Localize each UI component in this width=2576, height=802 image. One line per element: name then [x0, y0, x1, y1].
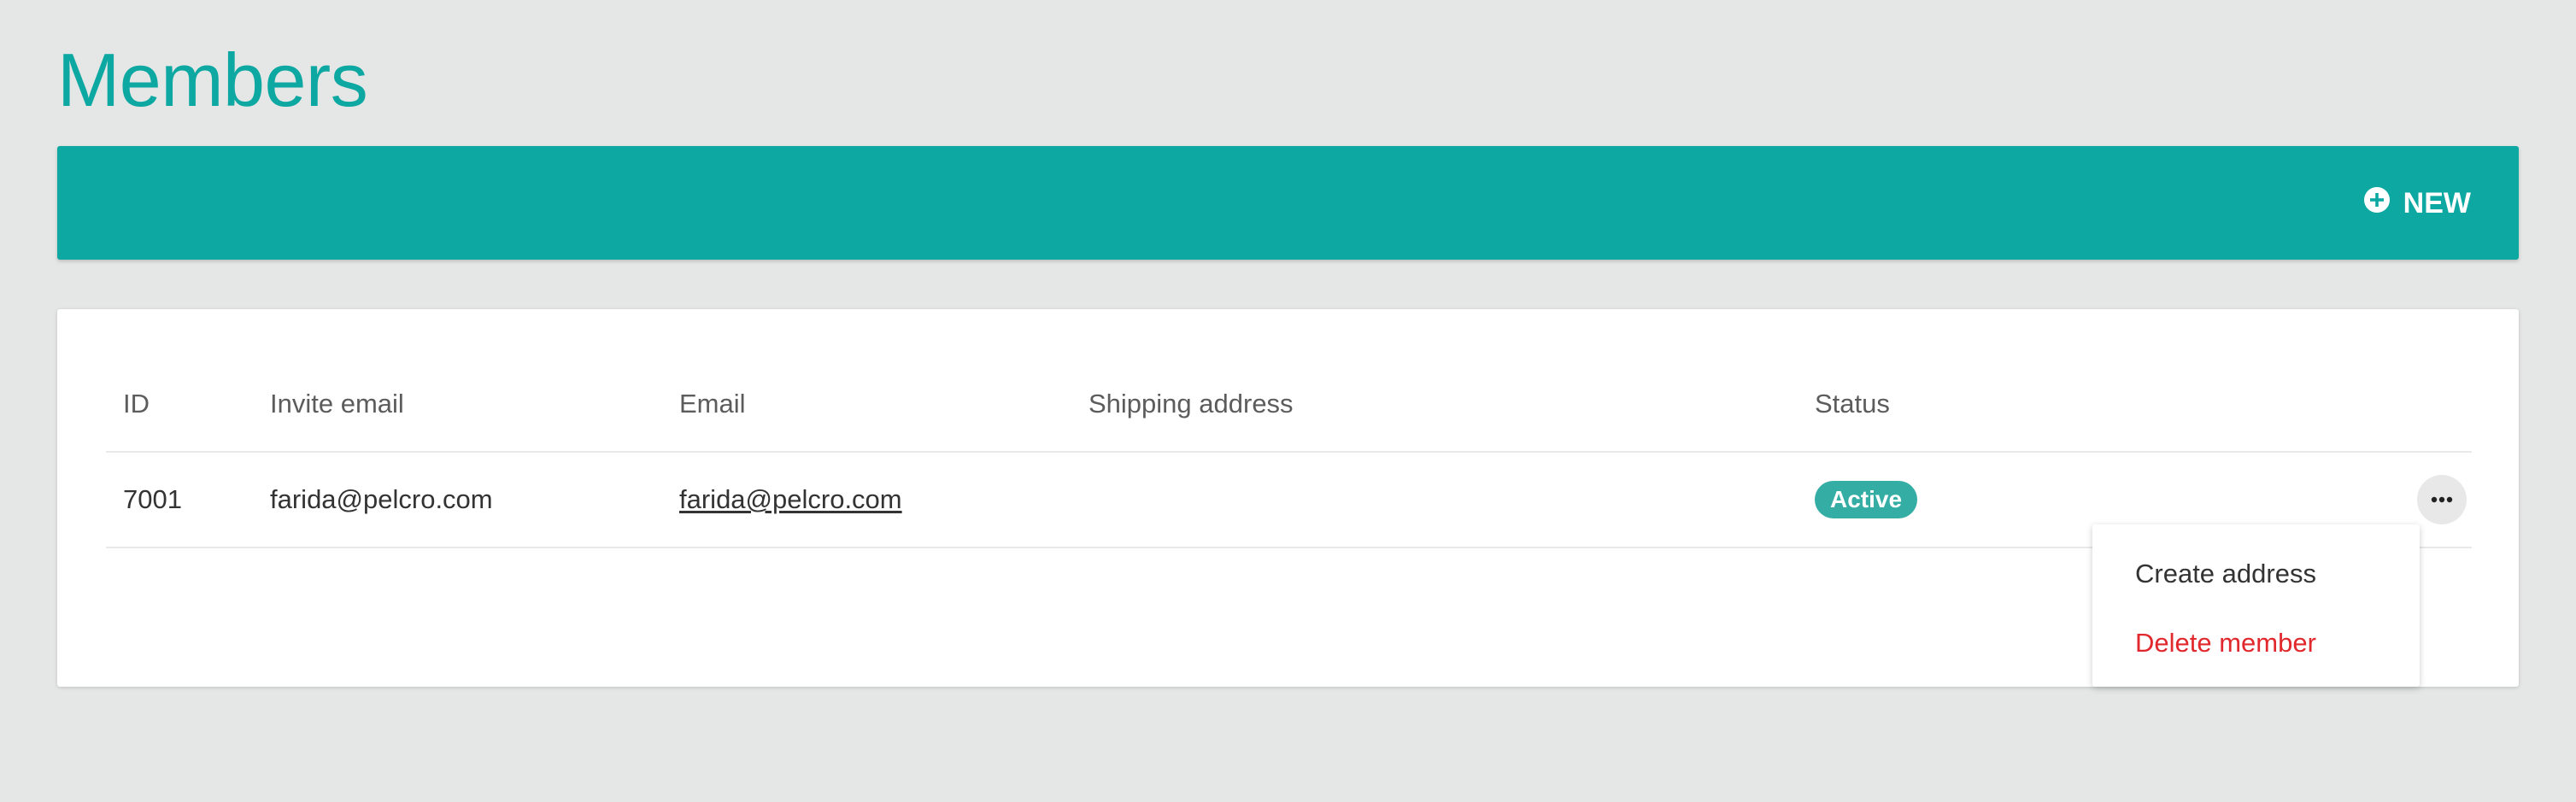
menu-item-delete-member[interactable]: Delete member	[2135, 628, 2316, 659]
plus-circle-icon	[2363, 186, 2390, 220]
row-actions-cell	[2417, 453, 2467, 547]
member-invite-email: farida@pelcro.com	[270, 484, 493, 514]
members-table: ID Invite email Email Shipping address S…	[106, 357, 2472, 548]
table-header-row: ID Invite email Email Shipping address S…	[106, 357, 2472, 453]
menu-item-create-address[interactable]: Create address	[2135, 559, 2316, 589]
column-header-invite-email: Invite email	[270, 389, 404, 419]
member-email-link[interactable]: farida@pelcro.com	[679, 484, 902, 515]
member-status-cell: Active	[1815, 453, 1918, 547]
status-badge: Active	[1815, 481, 1918, 518]
member-email-cell: farida@pelcro.com	[679, 453, 902, 547]
column-header-status: Status	[1815, 389, 1890, 419]
new-member-button[interactable]: NEW	[2363, 179, 2471, 228]
row-actions-button[interactable]	[2417, 475, 2467, 524]
more-horizontal-icon	[2431, 496, 2453, 503]
row-actions-menu: Create address Delete member	[2092, 524, 2420, 687]
column-header-shipping-address: Shipping address	[1088, 389, 1294, 419]
column-header-id: ID	[123, 389, 150, 419]
column-header-email: Email	[679, 389, 746, 419]
action-bar: NEW	[57, 146, 2519, 260]
new-button-label: NEW	[2403, 186, 2471, 220]
member-id: 7001	[123, 484, 182, 514]
page-title: Members	[57, 38, 368, 122]
